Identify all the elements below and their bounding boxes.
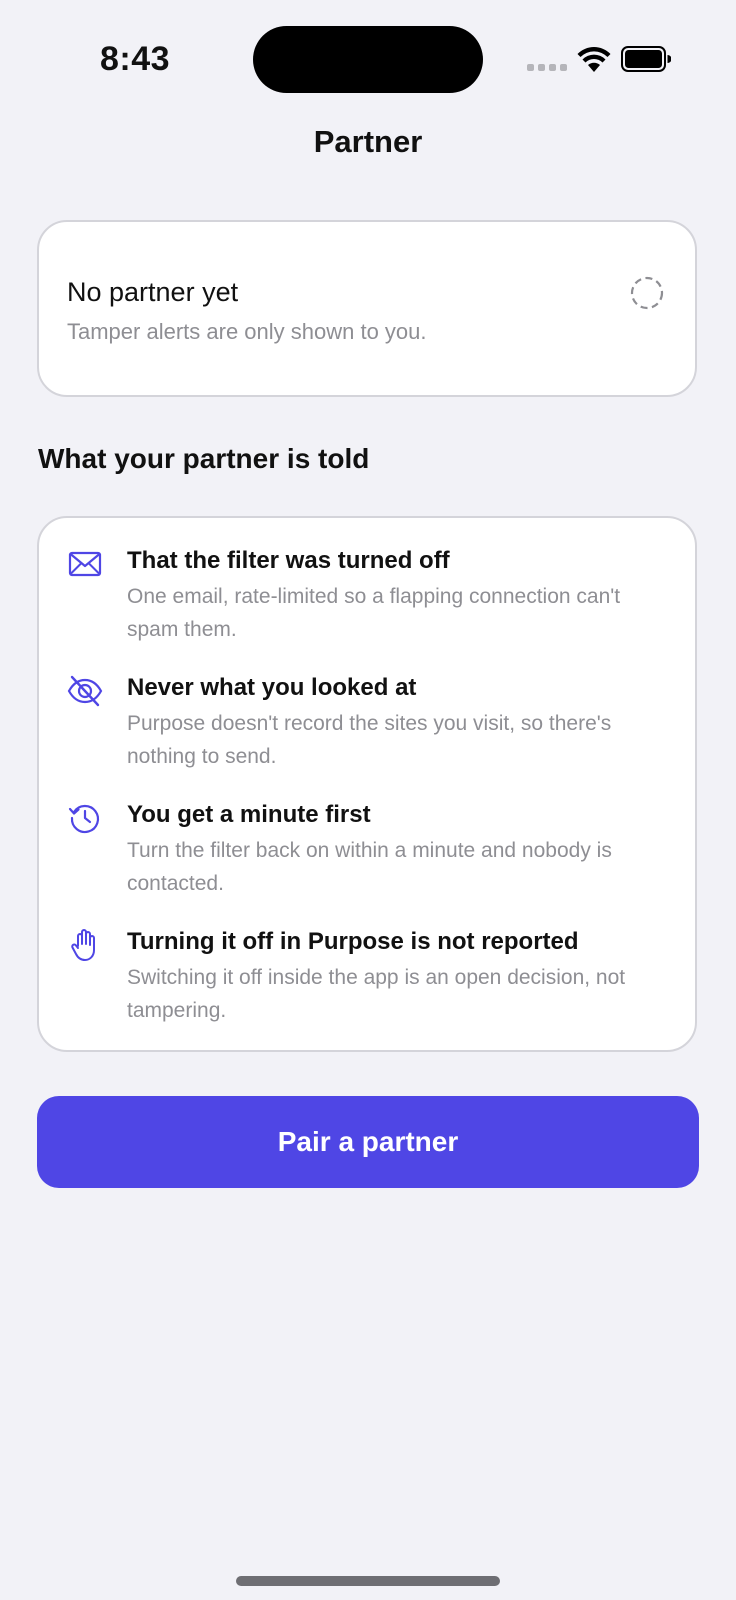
partner-status-subtitle: Tamper alerts are only shown to you. — [67, 319, 427, 344]
status-time: 8:43 — [100, 40, 171, 78]
clock-history-icon — [68, 804, 99, 834]
raised-hand-icon — [71, 929, 95, 961]
wifi-icon — [577, 47, 611, 72]
info-item-title: Turning it off in Purpose is not reporte… — [127, 928, 579, 955]
dynamic-island — [253, 26, 483, 93]
dashed-circle-icon — [630, 276, 664, 310]
info-item-title: Never what you looked at — [127, 674, 417, 701]
page-title: Partner — [313, 124, 423, 159]
info-item-title: You get a minute first — [127, 801, 371, 828]
partner-status-title: No partner yet — [67, 277, 239, 307]
battery-icon — [621, 46, 671, 72]
partner-info-card: That the filter was turned off One email… — [37, 516, 697, 1052]
info-item-title: That the filter was turned off — [127, 547, 450, 574]
partner-status-card: No partner yet Tamper alerts are only sh… — [37, 220, 697, 397]
cellular-signal-icon — [527, 64, 567, 71]
section-title: What your partner is told — [38, 443, 370, 474]
home-indicator[interactable] — [236, 1576, 500, 1586]
eye-slash-icon — [67, 675, 103, 707]
status-bar: 8:43 — [0, 0, 736, 110]
info-item-text: Switching it off inside the app is an op… — [127, 966, 626, 1022]
info-item-text: One email, rate-limited so a flapping co… — [127, 585, 621, 641]
pair-partner-button[interactable]: Pair a partner — [37, 1096, 699, 1188]
envelope-icon — [68, 551, 102, 577]
info-item-text: Purpose doesn't record the sites you vis… — [127, 712, 612, 768]
info-item-text: Turn the filter back on within a minute … — [127, 839, 612, 895]
